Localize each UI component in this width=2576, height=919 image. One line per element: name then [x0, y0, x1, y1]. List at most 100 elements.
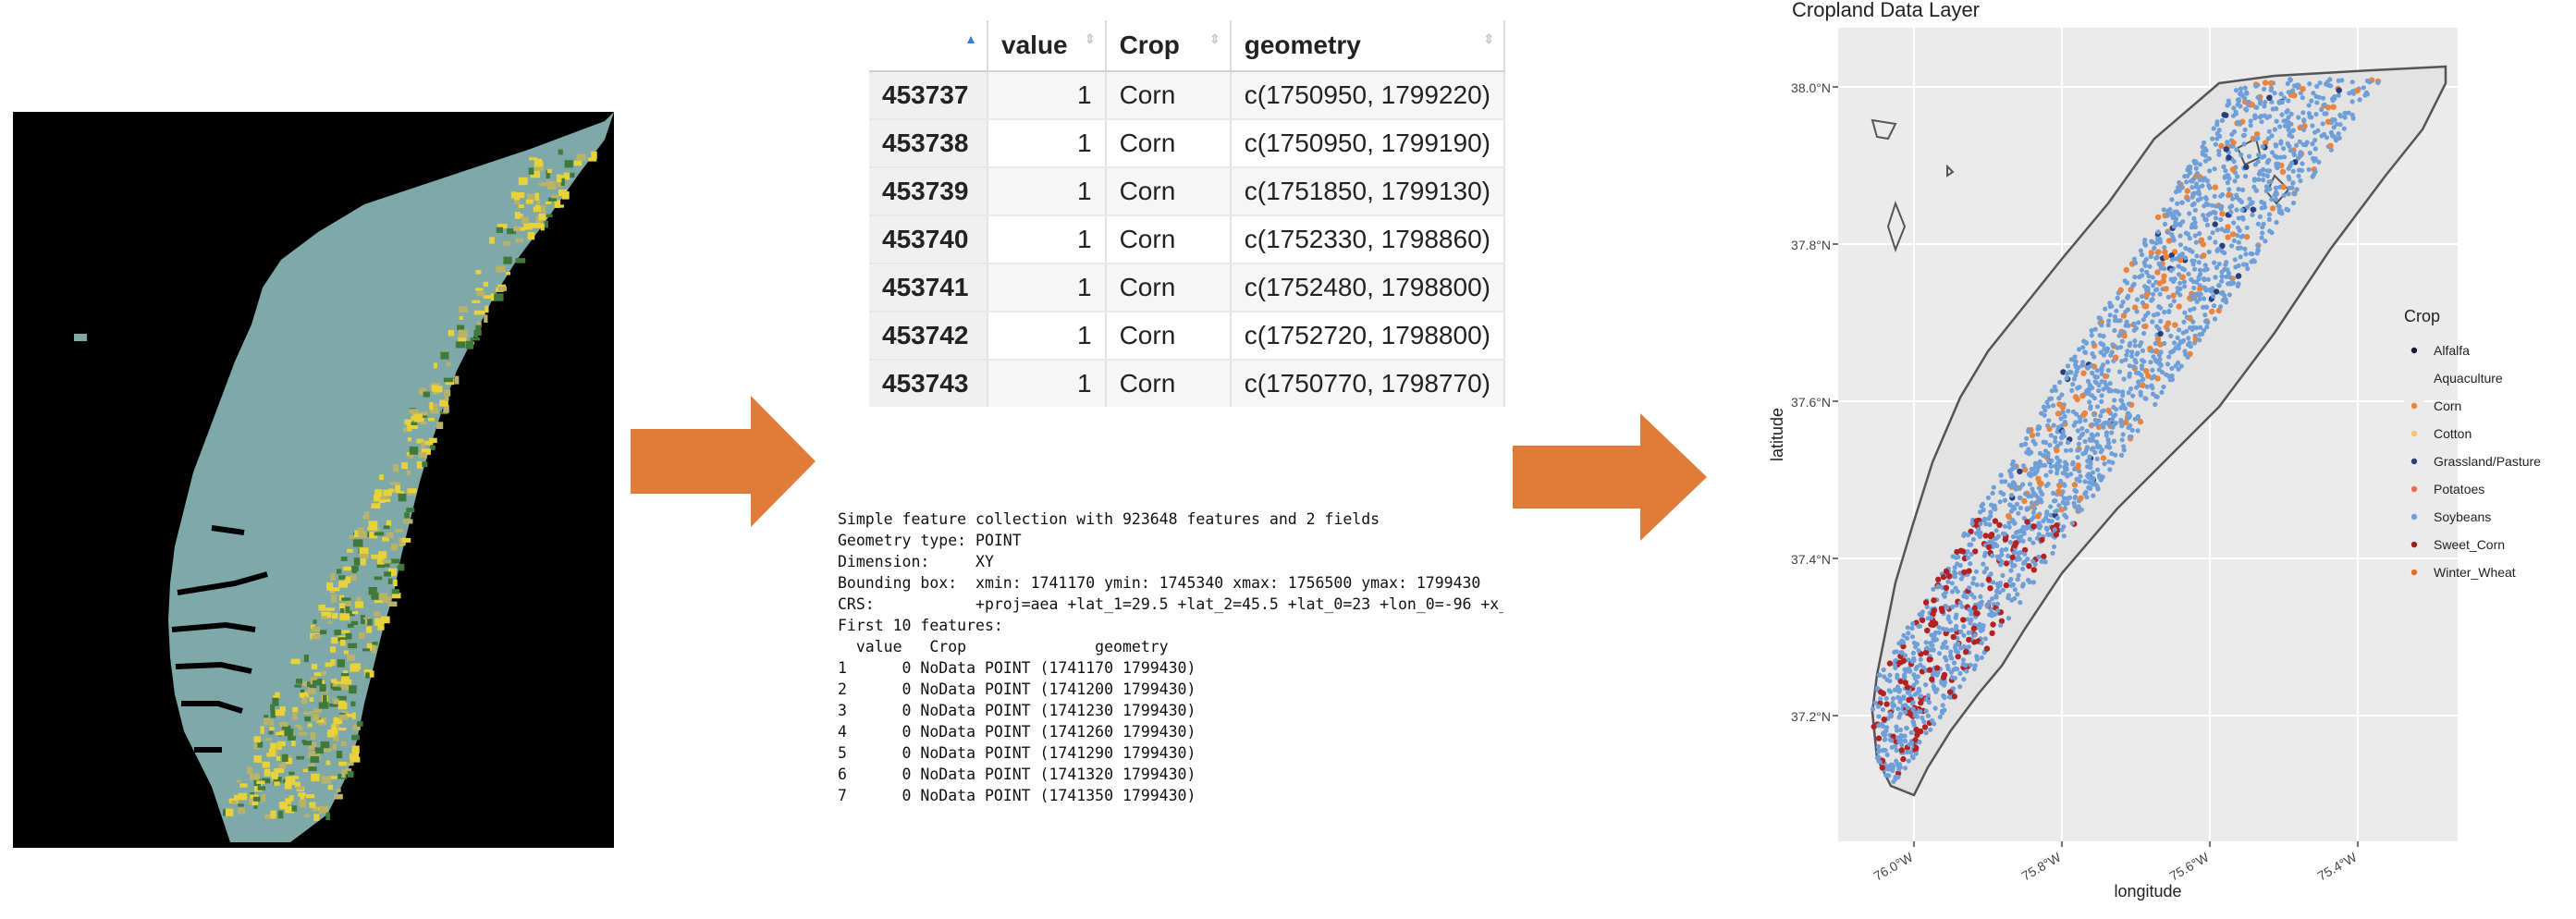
- crop-point: [2260, 154, 2265, 160]
- crop-point: [1966, 630, 1971, 635]
- legend-label: Sweet_Corn: [2434, 537, 2505, 552]
- crop-point: [2141, 359, 2147, 364]
- raster-crop-pixel: [368, 521, 378, 528]
- crop-point: [2314, 100, 2320, 105]
- sort-ascending-icon[interactable]: ▲: [964, 32, 977, 45]
- crop-point: [1882, 674, 1887, 680]
- value-cell: 1: [987, 71, 1107, 120]
- crop-point: [2030, 540, 2036, 545]
- x-axis-ticks: 76.0°W 75.8°W 75.6°W 75.4°W: [1871, 849, 2361, 883]
- crop-point: [2157, 341, 2164, 348]
- crop-point: [2098, 315, 2104, 321]
- sort-icon[interactable]: ⇕: [1085, 32, 1096, 45]
- crop-point: [1959, 548, 1967, 555]
- raster-crop-pixel: [365, 672, 370, 679]
- raster-crop-pixel: [374, 611, 381, 618]
- crop-point: [2254, 251, 2260, 256]
- raster-crop-pixel: [319, 630, 327, 635]
- crop-point: [2105, 422, 2112, 427]
- crop-point: [2212, 221, 2218, 227]
- crop-cell: Corn: [1105, 360, 1232, 407]
- crop-point: [2138, 392, 2143, 398]
- crop-point: [1970, 536, 1976, 542]
- crop-point: [2059, 435, 2065, 441]
- crop-point: [2286, 174, 2291, 179]
- crop-point: [2222, 266, 2227, 272]
- crop-point: [2375, 80, 2381, 85]
- crop-point: [2062, 460, 2068, 465]
- column-header-crop[interactable]: Crop ⇕: [1105, 20, 1232, 72]
- crop-point: [2267, 186, 2273, 191]
- raster-crop-pixel: [369, 670, 374, 678]
- crop-point: [1892, 662, 1897, 668]
- crop-point: [2287, 185, 2292, 190]
- crop-point: [2248, 251, 2253, 256]
- raster-crop-pixel: [475, 288, 484, 291]
- raster-crop-pixel: [325, 607, 336, 611]
- raster-crop-pixel: [371, 554, 380, 559]
- crop-point: [1920, 617, 1926, 623]
- crop-point: [1881, 717, 1887, 723]
- column-header-rowname[interactable]: ▲: [869, 20, 989, 72]
- sort-icon[interactable]: ⇕: [1483, 32, 1494, 45]
- crop-point: [1987, 585, 1993, 592]
- crop-point: [1910, 706, 1916, 712]
- crop-point: [2202, 216, 2208, 222]
- crop-point: [2221, 164, 2226, 169]
- crop-point: [2082, 479, 2088, 484]
- crop-point: [2167, 207, 2173, 213]
- column-header-value[interactable]: value ⇕: [987, 20, 1107, 72]
- crop-point: [2233, 109, 2239, 115]
- crop-point: [2141, 330, 2147, 337]
- crop-point: [2121, 376, 2127, 382]
- crop-point: [2311, 91, 2316, 96]
- crop-cell: Corn: [1105, 215, 1232, 264]
- crop-point: [2230, 140, 2237, 146]
- x-tick-label: 75.8°W: [2019, 849, 2065, 883]
- crop-point: [1990, 490, 1995, 496]
- crop-point: [2192, 233, 2198, 239]
- crop-point: [1964, 668, 1969, 674]
- raster-crop-pixel: [459, 315, 464, 320]
- crop-point: [2053, 498, 2058, 504]
- column-header-geometry[interactable]: geometry ⇕: [1230, 20, 1505, 72]
- raster-crop-pixel: [332, 743, 337, 751]
- crop-point: [2080, 370, 2087, 376]
- crop-point: [2024, 449, 2030, 455]
- row-id: 453737: [869, 71, 989, 120]
- raster-crop-pixel: [401, 462, 408, 470]
- crop-point: [1918, 656, 1923, 662]
- crop-point: [2262, 113, 2268, 118]
- crop-point: [2018, 600, 2023, 606]
- crop-point: [1981, 553, 1987, 558]
- raster-crop-pixel: [475, 325, 482, 331]
- raster-crop-pixel: [343, 566, 352, 571]
- crop-point: [2123, 309, 2128, 314]
- crop-point: [2319, 106, 2325, 112]
- crop-point: [2034, 468, 2040, 474]
- crop-point: [2169, 257, 2175, 263]
- crop-point: [2177, 327, 2182, 333]
- crop-point: [1942, 694, 1947, 700]
- raster-crop-pixel: [277, 810, 284, 819]
- crop-point: [1918, 699, 1924, 706]
- legend-label: Alfalfa: [2434, 343, 2470, 358]
- crop-point: [1872, 700, 1878, 705]
- crop-point: [2010, 459, 2016, 464]
- crop-point: [2244, 234, 2251, 240]
- sort-icon[interactable]: ⇕: [1209, 32, 1221, 45]
- crop-point: [2069, 521, 2075, 526]
- crop-point: [2091, 475, 2096, 481]
- crop-point: [2047, 396, 2053, 402]
- raster-crop-pixel: [347, 548, 353, 553]
- legend-label: Cotton: [2434, 426, 2472, 441]
- crop-point: [1993, 528, 1999, 533]
- crop-point: [2220, 298, 2226, 303]
- crop-point: [1944, 644, 1950, 651]
- raster-crop-pixel: [327, 729, 336, 738]
- crop-point: [2172, 276, 2177, 282]
- crop-point: [2091, 354, 2097, 360]
- crop-point: [2023, 441, 2029, 447]
- crop-point: [2218, 142, 2225, 150]
- crop-point: [2213, 275, 2218, 280]
